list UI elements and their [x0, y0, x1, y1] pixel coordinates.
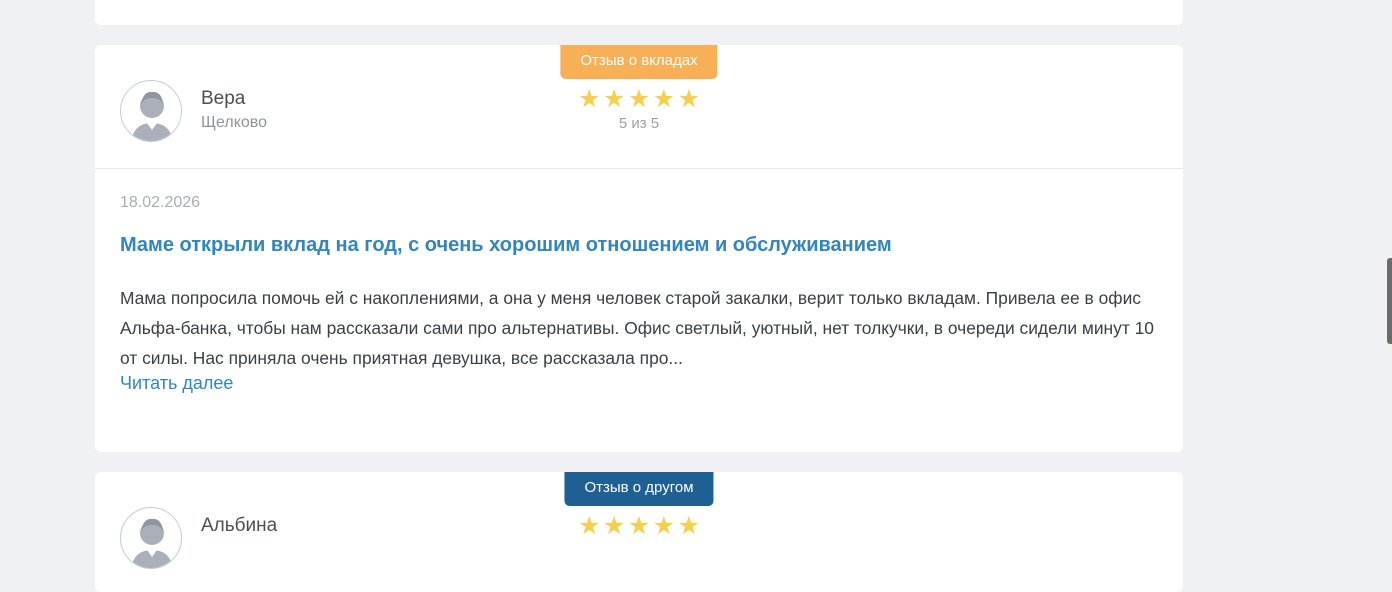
star-icon: ★ [677, 84, 700, 113]
star-icon: ★ [627, 84, 651, 113]
read-more-link[interactable]: Читать далее [120, 373, 233, 394]
review-category-badge[interactable]: Отзыв о другом [564, 472, 714, 506]
author-name: Вера [201, 88, 246, 109]
user-avatar-icon [120, 507, 182, 569]
review-card-previous [95, 0, 1183, 25]
star-icon: ★ [677, 511, 700, 540]
star-icon: ★ [578, 511, 601, 540]
user-avatar-icon [120, 80, 182, 142]
star-icon: ★ [602, 511, 626, 540]
rating-stars: ★ ★ ★ ★ ★ [578, 84, 700, 113]
review-title[interactable]: Маме открыли вклад на год, с очень хорош… [120, 234, 892, 257]
star-icon: ★ [578, 84, 601, 113]
rating-text: 5 из 5 [618, 115, 660, 132]
review-category-badge[interactable]: Отзыв о вкладах [560, 45, 718, 79]
review-date: 18.02.2026 [120, 194, 201, 211]
star-icon: ★ [652, 84, 676, 113]
review-card: Отзыв о другом Альбина ★ ★ ★ ★ ★ [95, 472, 1183, 592]
review-text: Мама попросила помочь ей с накоплениями,… [120, 288, 1154, 368]
star-icon: ★ [627, 511, 651, 540]
divider [95, 168, 1183, 169]
star-icon: ★ [602, 84, 626, 113]
star-icon: ★ [652, 511, 676, 540]
rating-stars: ★ ★ ★ ★ ★ [578, 511, 700, 540]
review-card: Отзыв о вкладах Вера Щелково ★ ★ ★ ★ ★ 5… [95, 45, 1183, 452]
author-city: Щелково [201, 114, 267, 131]
scrollbar-thumb[interactable] [1387, 258, 1392, 344]
author-name: Альбина [201, 515, 278, 536]
